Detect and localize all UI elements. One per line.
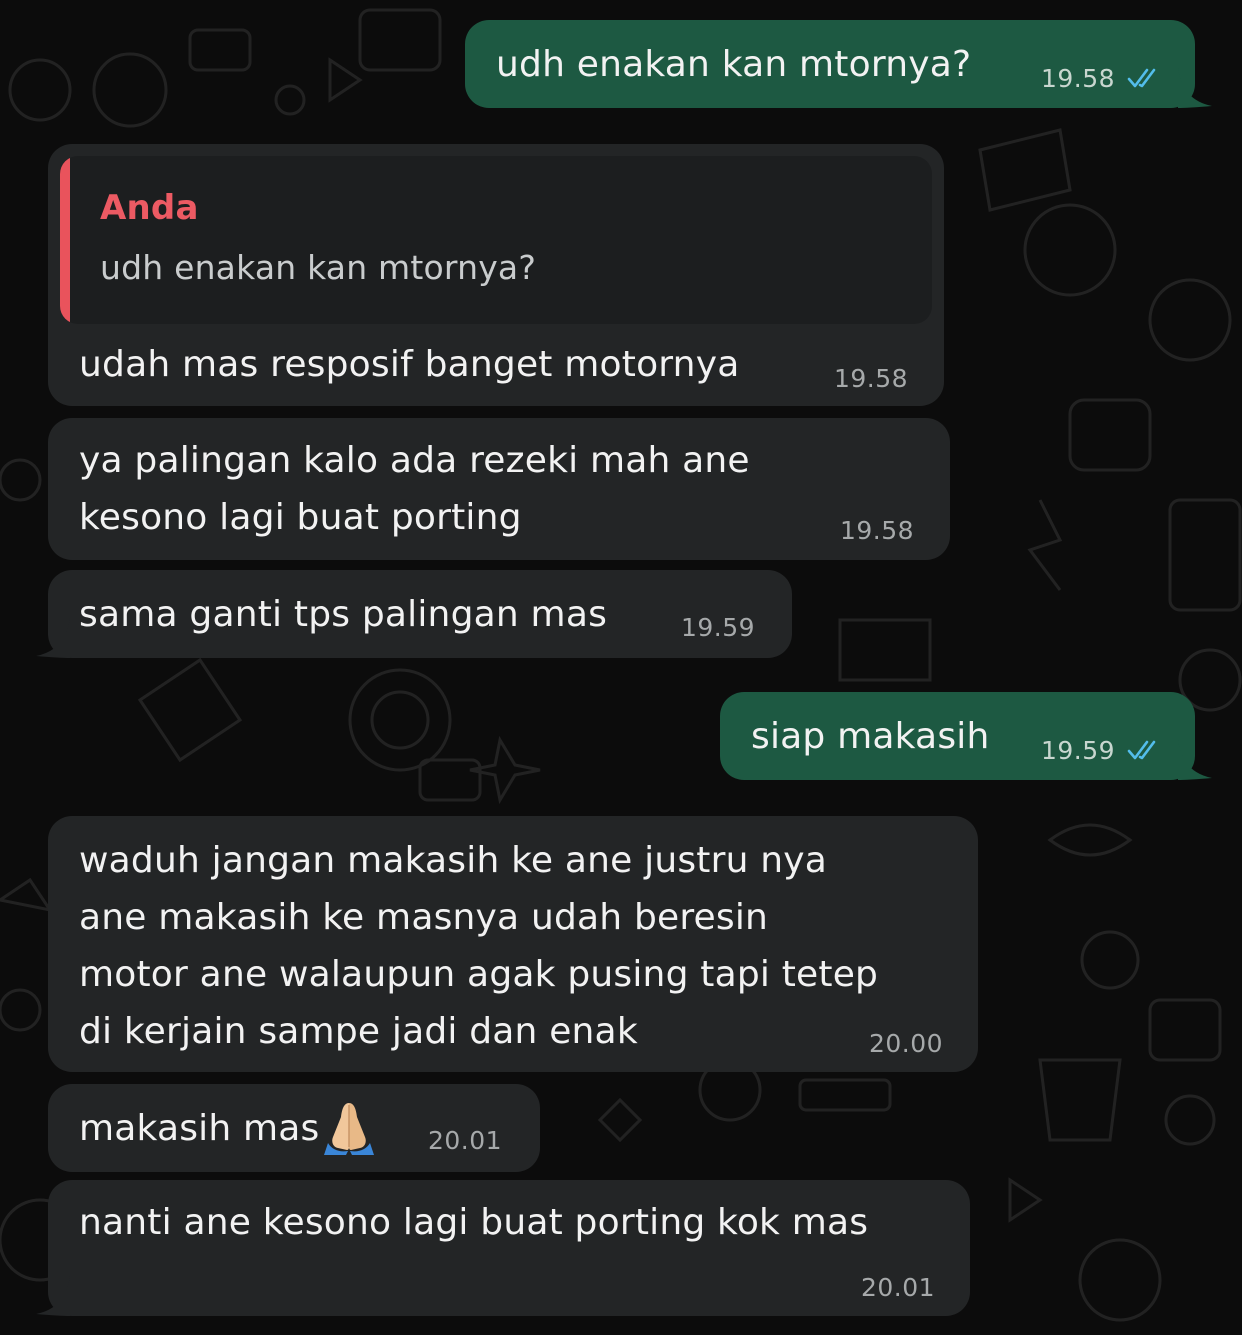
double-check-icon	[1127, 740, 1156, 760]
message-bubble-incoming[interactable]: nanti ane kesono lagi buat porting kok m…	[48, 1180, 970, 1316]
message-time: 20.00	[869, 1029, 944, 1058]
reply-author: Anda	[100, 188, 199, 228]
message-time: 19.59	[1041, 736, 1116, 765]
double-check-icon	[1127, 68, 1156, 88]
message-bubble-incoming[interactable]: makasih mas 20.01	[48, 1084, 540, 1172]
reply-quote[interactable]: Anda udh enakan kan mtornya?	[60, 156, 932, 324]
message-bubble-incoming[interactable]: sama ganti tps palingan mas 19.59	[48, 570, 792, 658]
message-time: 19.58	[840, 516, 915, 545]
chat-screen[interactable]: udh enakan kan mtornya? 19.58 Anda udh e…	[0, 0, 1242, 1335]
message-bubble-outgoing[interactable]: siap makasih 19.59	[720, 692, 1195, 780]
message-line: motor ane walaupun agak pusing tapi tete…	[79, 954, 879, 995]
message-text: sama ganti tps palingan mas	[79, 594, 608, 635]
message-line: ane makasih ke masnya udah beresin	[79, 897, 769, 938]
message-bubble-incoming[interactable]: ya palingan kalo ada rezeki mah ane keso…	[48, 418, 950, 560]
bubble-tail	[36, 1276, 70, 1316]
message-text: makasih mas	[79, 1108, 320, 1149]
message-line: di kerjain sampe jadi dan enak	[79, 1011, 638, 1052]
message-time: 19.59	[681, 613, 756, 642]
message-line: kesono lagi buat porting	[79, 497, 522, 538]
message-bubble-outgoing[interactable]: udh enakan kan mtornya? 19.58	[465, 20, 1195, 108]
message-line: waduh jangan makasih ke ane justru nya	[79, 840, 828, 881]
folded-hands-emoji	[323, 1103, 374, 1155]
message-text: udh enakan kan mtornya?	[496, 44, 972, 85]
message-text-with-emoji: makasih mas	[79, 1100, 378, 1157]
message-time: 19.58	[834, 364, 909, 393]
message-text: siap makasih	[751, 716, 990, 757]
message-bubble-incoming[interactable]: Anda udh enakan kan mtornya? udah mas re…	[48, 144, 944, 406]
message-text: nanti ane kesono lagi buat porting kok m…	[79, 1202, 869, 1243]
message-line: ya palingan kalo ada rezeki mah ane	[79, 440, 750, 481]
message-time: 19.58	[1041, 64, 1116, 93]
message-bubble-incoming[interactable]: waduh jangan makasih ke ane justru nya a…	[48, 816, 978, 1072]
message-time: 20.01	[861, 1273, 936, 1302]
message-text: udah mas resposif banget motornya	[79, 344, 740, 385]
reply-text: udh enakan kan mtornya?	[100, 248, 537, 287]
reply-quote-bar	[60, 156, 70, 324]
bubble-tail	[1178, 68, 1212, 108]
bubble-tail	[1178, 740, 1212, 780]
message-time: 20.01	[428, 1126, 503, 1155]
bubble-tail	[36, 618, 70, 658]
